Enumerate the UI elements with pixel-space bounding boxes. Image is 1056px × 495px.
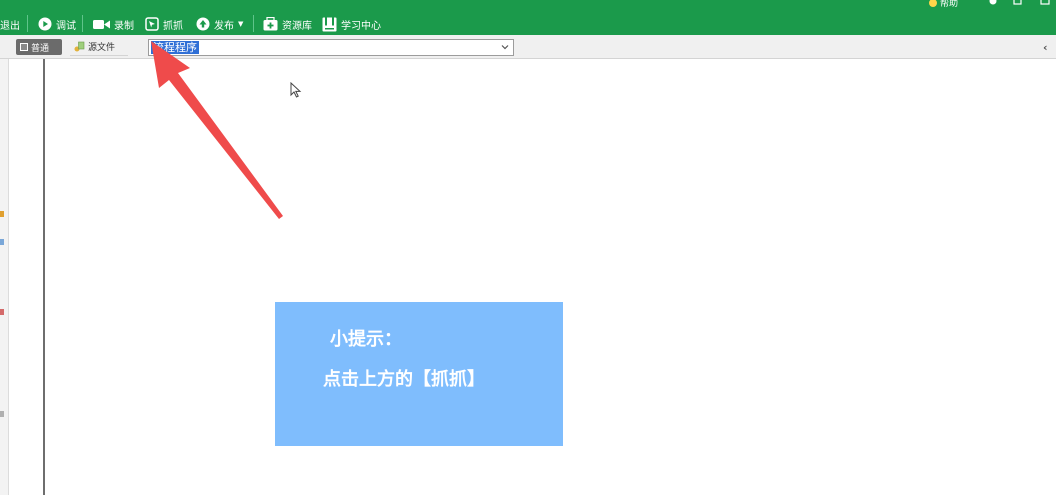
learning-center-label: 学习中心 xyxy=(341,20,381,32)
rail-marker xyxy=(0,211,4,217)
resource-library-label: 资源库 xyxy=(282,20,312,32)
resource-library-icon xyxy=(263,17,278,31)
capture-icon xyxy=(145,17,159,31)
tip-body: 点击上方的【抓抓】 xyxy=(323,369,485,390)
tab-normal-label: 普通 xyxy=(31,43,50,54)
restore-window-icon[interactable] xyxy=(1013,0,1023,5)
annotation-arrow-shape xyxy=(151,41,283,219)
capture-label: 抓抓 xyxy=(163,20,183,32)
tab-source-file-label: 源文件 xyxy=(88,43,116,53)
settings-icon[interactable] xyxy=(988,0,998,5)
flow-selector-value: 流程程序 xyxy=(151,41,199,54)
publish-button[interactable]: 发布 ▼ xyxy=(196,14,243,34)
debug-button[interactable]: 调试 xyxy=(38,14,76,34)
exit-label: 退出 xyxy=(0,20,20,32)
mouse-pointer-icon xyxy=(290,82,302,98)
record-button[interactable]: 录制 xyxy=(93,14,134,34)
rail-marker xyxy=(0,411,4,417)
record-label: 录制 xyxy=(114,20,134,32)
debug-label: 调试 xyxy=(56,20,76,32)
play-icon xyxy=(38,17,52,31)
source-file-icon xyxy=(74,41,85,52)
editor-gutter-line xyxy=(43,59,45,495)
help-label: 帮助 xyxy=(940,0,959,9)
main-toolbar: 退出 调试 录制 抓抓 发布 ▼ 资源库 学习中心 帮助 xyxy=(0,0,1056,35)
flow-selector-dropdown[interactable]: 流程程序 xyxy=(148,39,514,56)
publish-icon xyxy=(196,17,210,31)
tab-normal[interactable]: 普通 xyxy=(16,39,62,55)
normal-view-icon xyxy=(20,43,28,51)
tip-box: 小提示： 点击上方的【抓抓】 xyxy=(275,302,563,446)
chevron-down-icon[interactable]: ▼ xyxy=(238,20,243,28)
collapse-panel-icon[interactable]: ‹ xyxy=(1043,41,1048,54)
resource-library-button[interactable]: 资源库 xyxy=(263,14,312,34)
maximize-window-icon[interactable] xyxy=(1040,0,1050,5)
chevron-down-icon[interactable] xyxy=(501,43,509,51)
exit-button[interactable]: 退出 xyxy=(0,14,20,34)
rail-marker xyxy=(0,309,4,315)
toolbar-divider xyxy=(27,15,28,32)
toolbar-divider xyxy=(82,15,83,32)
video-camera-icon xyxy=(93,19,110,29)
learning-center-icon xyxy=(322,17,337,31)
tip-title: 小提示： xyxy=(330,329,402,350)
help-button[interactable]: 帮助 xyxy=(929,0,958,9)
lightbulb-icon xyxy=(929,0,937,7)
capture-button[interactable]: 抓抓 xyxy=(145,14,183,34)
rail-marker xyxy=(0,239,4,245)
publish-label: 发布 xyxy=(214,20,234,32)
toolbar-divider xyxy=(253,15,254,32)
left-side-rail xyxy=(0,59,9,495)
learning-center-button[interactable]: 学习中心 xyxy=(322,14,381,34)
tab-source-file[interactable]: 源文件 xyxy=(70,38,128,56)
